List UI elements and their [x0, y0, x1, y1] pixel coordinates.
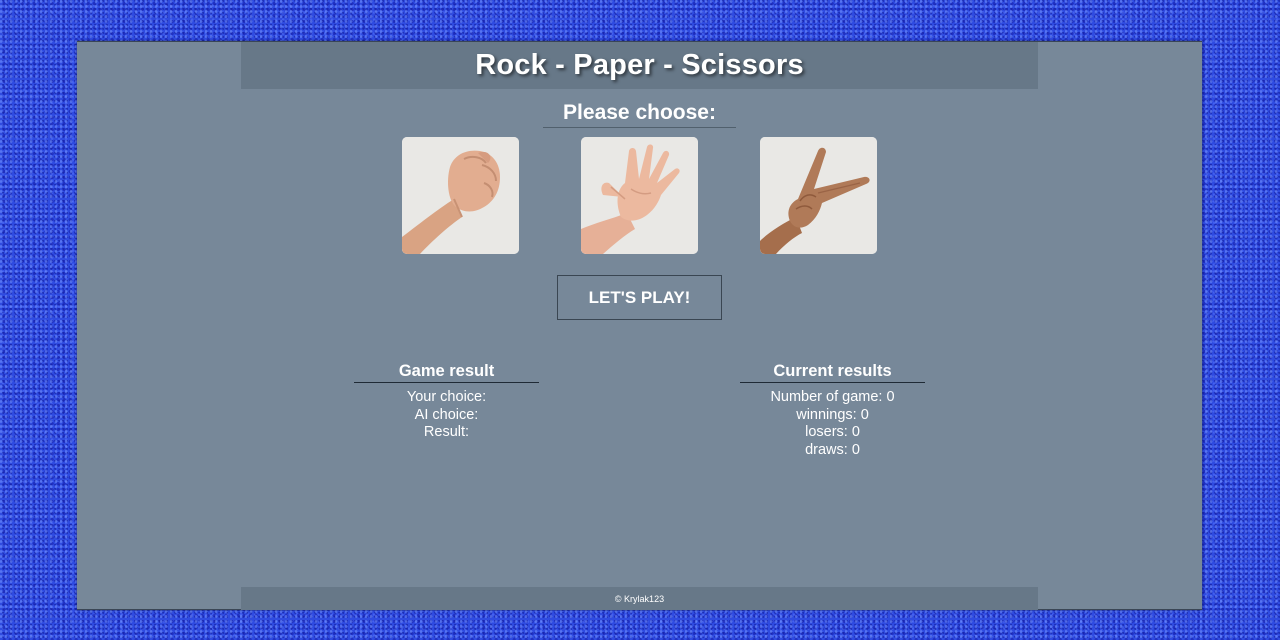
copyright-text: © Krylak123	[614, 593, 665, 604]
paper-choice[interactable]	[581, 137, 698, 254]
fist-hand-icon	[402, 137, 519, 254]
footer-bar: © Krylak123	[241, 587, 1038, 610]
page-title: Rock - Paper - Scissors	[475, 49, 804, 81]
play-button[interactable]: LET'S PLAY!	[557, 275, 722, 320]
result-label: Result:	[423, 424, 470, 440]
your-choice-label: Your choice:	[406, 389, 487, 405]
current-results-title: Current results	[740, 362, 925, 383]
victory-hand-icon	[760, 137, 877, 254]
rock-choice[interactable]	[402, 137, 519, 254]
open-hand-icon	[581, 137, 698, 254]
current-results-panel: Current results Number of game: 0 winnin…	[740, 362, 925, 459]
draws-count: draws: 0	[805, 441, 860, 458]
ai-choice-label: AI choice:	[414, 406, 479, 423]
header-bar: Rock - Paper - Scissors	[241, 42, 1038, 89]
losses-count: losers: 0	[805, 424, 860, 440]
scissors-choice[interactable]	[760, 137, 877, 254]
choose-prompt: Please choose:	[543, 101, 736, 128]
game-container: Rock - Paper - Scissors Please choose: L…	[77, 41, 1202, 610]
game-result-title: Game result	[354, 362, 539, 383]
wins-count: winnings: 0	[796, 406, 869, 423]
game-result-panel: Game result Your choice: AI choice: Resu…	[354, 362, 539, 442]
games-count: Number of game: 0	[770, 389, 895, 405]
